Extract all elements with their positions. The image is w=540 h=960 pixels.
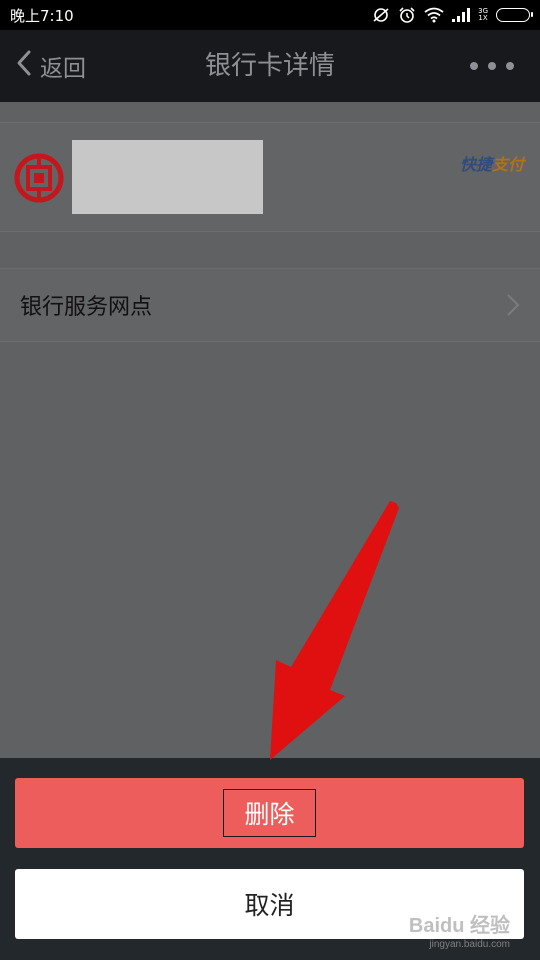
quickpay-badge-part1: 快捷 bbox=[459, 155, 492, 174]
wifi-icon bbox=[424, 7, 444, 23]
delete-button[interactable]: 删除 bbox=[15, 778, 524, 848]
sync-off-icon bbox=[372, 7, 390, 23]
more-dot-icon bbox=[506, 62, 514, 70]
bank-card-row: 快捷支付 bbox=[0, 122, 540, 232]
more-dot-icon bbox=[488, 62, 496, 70]
chevron-left-icon bbox=[16, 49, 32, 83]
baidu-watermark: Baidu 经验 bbox=[408, 915, 510, 937]
service-row-label: 银行服务网点 bbox=[20, 295, 153, 320]
delete-label: 删除 bbox=[223, 789, 316, 837]
baidu-watermark-url: jingyan.baidu.com bbox=[429, 939, 510, 950]
bank-service-outlets-row[interactable]: 银行服务网点 bbox=[0, 268, 540, 342]
network-bottom-label: 1X bbox=[478, 14, 488, 22]
back-button[interactable]: 返回 bbox=[16, 30, 86, 102]
more-dot-icon bbox=[470, 62, 478, 70]
cancel-label: 取消 bbox=[244, 891, 295, 920]
alarm-icon bbox=[398, 6, 416, 24]
status-time: 晚上7:10 bbox=[10, 6, 74, 25]
quickpay-badge-part2: 支付 bbox=[491, 155, 524, 174]
screen: 晚上7:10 3G 1X 返回 银行卡详情 快捷支付 银行服务网点 删除 取消 … bbox=[0, 0, 540, 960]
card-number-redacted bbox=[72, 140, 263, 214]
more-options-button[interactable] bbox=[470, 52, 514, 80]
status-icons: 3G 1X bbox=[372, 6, 533, 24]
content-area: 快捷支付 银行服务网点 bbox=[0, 102, 540, 758]
chevron-right-icon bbox=[506, 293, 520, 321]
quickpay-badge: 快捷支付 bbox=[460, 151, 524, 175]
back-label: 返回 bbox=[40, 56, 86, 82]
network-type-icon: 3G 1X bbox=[478, 8, 488, 22]
nav-bar: 返回 银行卡详情 bbox=[0, 30, 540, 102]
status-bar: 晚上7:10 3G 1X bbox=[0, 0, 540, 30]
bank-logo-icon bbox=[14, 153, 64, 203]
signal-icon bbox=[452, 8, 471, 22]
battery-icon bbox=[496, 8, 533, 22]
